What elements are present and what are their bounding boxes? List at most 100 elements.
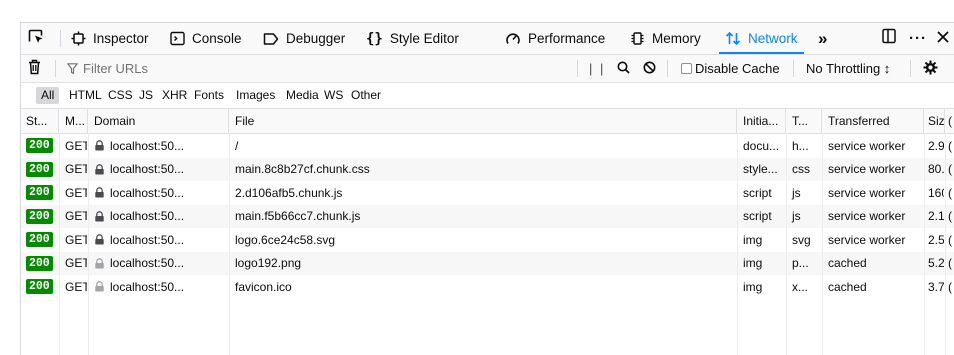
type-filter-js[interactable]: JS	[134, 87, 158, 104]
network-arrows-icon	[725, 31, 741, 46]
column-divider	[786, 133, 787, 355]
filter-urls-field[interactable]	[67, 55, 523, 82]
initiator-cell: img	[743, 256, 763, 271]
status-badge: 200	[26, 232, 53, 248]
tab-inspector[interactable]: Inspector	[71, 23, 149, 54]
domain-text: localhost:50...	[110, 232, 185, 247]
initiator-cell: script	[743, 209, 772, 224]
table-header: St... M... Domain File Initia... T... Tr…	[21, 109, 954, 134]
table-row[interactable]: 200 GET localhost:50... main.8c8b27cf.ch…	[21, 157, 954, 182]
time-cell: (	[948, 162, 952, 177]
element-picker-icon	[27, 28, 44, 50]
throttling-select[interactable]: No Throttling ↕	[806, 55, 890, 82]
type-filter-other[interactable]: Other	[346, 87, 386, 104]
element-picker-button[interactable]	[27, 23, 44, 54]
table-row[interactable]: 200 GET localhost:50... 2.d106afb5.chunk…	[21, 181, 954, 205]
disable-cache-label: Disable Cache	[695, 61, 780, 76]
block-requests-button[interactable]	[643, 55, 656, 82]
status-badge: 200	[26, 161, 53, 177]
file-cell: /	[235, 138, 239, 153]
column-header-file[interactable]: File	[229, 109, 737, 133]
method-cell: GET	[65, 256, 88, 271]
tab-performance[interactable]: Performance	[505, 23, 605, 54]
initiator-cell: docu...	[743, 138, 780, 153]
console-icon	[170, 31, 185, 46]
tab-network-label: Network	[748, 31, 798, 46]
disable-cache-toggle[interactable]: Disable Cache	[681, 55, 780, 82]
close-devtools-button[interactable]	[937, 23, 949, 54]
file-cell: logo.6ce24c58.svg	[235, 232, 336, 247]
tab-memory[interactable]: Memory	[630, 23, 701, 54]
lock-icon	[94, 187, 105, 198]
network-toolbar: | | Disable Cache No Throttling ↕	[21, 55, 954, 83]
column-header-transferred[interactable]: Transferred	[822, 109, 924, 133]
lock-icon	[94, 163, 105, 175]
tab-memory-label: Memory	[652, 31, 701, 46]
transferred-cell: service worker	[828, 162, 906, 177]
domain-text: localhost:50...	[110, 138, 185, 153]
table-row[interactable]: 200 GET localhost:50... logo192.png img …	[21, 251, 954, 276]
table-row[interactable]: 200 GET localhost:50... main.f5b66cc7.ch…	[21, 204, 954, 228]
more-options-ellipsis-icon[interactable]: ···	[909, 23, 927, 54]
clear-requests-button[interactable]	[28, 55, 41, 82]
column-divider	[88, 133, 89, 355]
filter-funnel-icon	[67, 62, 78, 75]
size-cell: 2.5	[928, 232, 945, 247]
tab-debugger[interactable]: Debugger	[263, 23, 345, 54]
close-icon	[937, 30, 949, 48]
table-row[interactable]: 200 GET localhost:50... favicon.ico img …	[21, 275, 954, 299]
memory-chip-icon	[630, 31, 645, 46]
size-cell: 160	[928, 185, 944, 200]
tab-console[interactable]: Console	[170, 23, 242, 54]
time-cell: (	[948, 138, 952, 153]
type-filter-xhr[interactable]: XHR	[157, 87, 192, 104]
column-header-status[interactable]: St...	[21, 109, 59, 133]
disable-cache-checkbox[interactable]	[681, 63, 692, 74]
tab-style-editor[interactable]: {} Style Editor	[366, 23, 459, 54]
time-cell: (	[948, 256, 952, 271]
time-cell: (	[948, 232, 952, 247]
type-filter-images[interactable]: Images	[231, 87, 280, 104]
type-filter-css[interactable]: CSS	[103, 87, 138, 104]
status-badge: 200	[26, 138, 53, 154]
tab-style-editor-label: Style Editor	[389, 31, 459, 46]
type-filter-html[interactable]: HTML	[64, 87, 107, 104]
size-cell: 2.9	[928, 138, 945, 153]
tab-network[interactable]: Network	[719, 23, 803, 54]
column-divider	[822, 133, 823, 355]
file-cell: logo192.png	[235, 256, 302, 271]
divider	[910, 60, 911, 77]
search-button[interactable]	[617, 55, 630, 82]
type-cell: p...	[792, 256, 809, 271]
status-cell: 200	[21, 158, 59, 182]
inspector-icon	[71, 31, 86, 46]
type-filter-all[interactable]: All	[36, 87, 60, 104]
pause-recording-icon[interactable]: | |	[589, 55, 605, 82]
tab-console-label: Console	[192, 31, 242, 46]
column-header-initiator[interactable]: Initia...	[737, 109, 786, 133]
status-badge: 200	[26, 185, 53, 201]
type-filter-ws[interactable]: WS	[319, 87, 348, 104]
column-header-type[interactable]: T...	[786, 109, 822, 133]
status-cell: 200	[21, 275, 59, 299]
dock-options-button[interactable]	[882, 23, 896, 54]
column-header-size[interactable]: Siz	[924, 109, 945, 133]
status-cell: 200	[21, 228, 59, 252]
status-cell: 200	[21, 181, 59, 205]
table-row[interactable]: 200 GET localhost:50... / docu... h... s…	[21, 134, 954, 158]
initiator-cell: img	[743, 232, 763, 247]
type-filter-fonts[interactable]: Fonts	[189, 87, 229, 104]
search-icon	[617, 61, 630, 77]
dock-side-icon	[882, 28, 896, 49]
divider	[60, 30, 61, 47]
column-header-method[interactable]: M...	[59, 109, 88, 133]
domain-cell: localhost:50...	[88, 158, 229, 182]
filter-urls-input[interactable]	[83, 61, 523, 76]
column-header-time[interactable]: (	[945, 109, 954, 133]
more-tools-chevron-icon[interactable]: »	[818, 23, 828, 54]
type-filter-media[interactable]: Media	[281, 87, 324, 104]
network-settings-button[interactable]	[923, 55, 938, 82]
table-row[interactable]: 200 GET localhost:50... logo.6ce24c58.sv…	[21, 228, 954, 252]
column-header-domain[interactable]: Domain	[88, 109, 229, 133]
domain-cell: localhost:50...	[88, 252, 229, 276]
